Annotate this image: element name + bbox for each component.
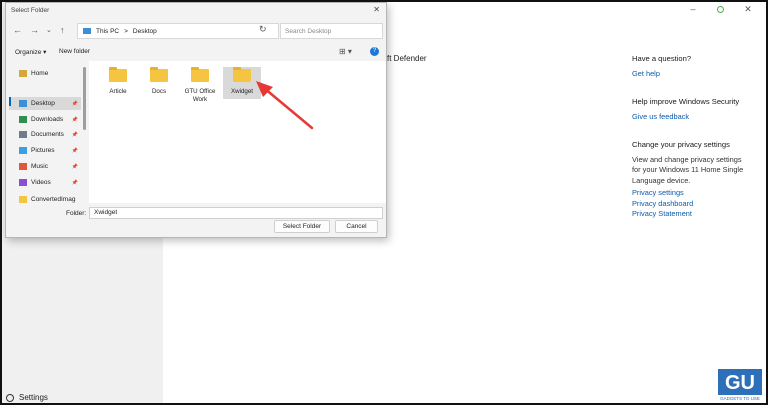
nav-item-label: Pictures [31,147,55,154]
selection-indicator [9,97,11,106]
videos-icon [19,179,27,186]
settings-nav-item[interactable]: Settings [6,393,48,402]
pin-icon: 📌 [71,131,78,138]
nav-item-desktop[interactable]: Desktop 📌 [9,97,81,110]
privacy-heading: Change your privacy settings [632,140,730,149]
nav-item-home[interactable]: Home [9,67,81,80]
desktop-icon [19,100,27,107]
get-help-link[interactable]: Get help [632,69,752,80]
pin-icon: 📌 [71,163,78,170]
organize-button[interactable]: Organize ▾ [15,48,46,56]
address-bar[interactable]: This PC > Desktop [77,23,279,39]
pin-icon: 📌 [71,179,78,186]
folder-name: Docs [151,88,167,95]
dialog-title-text: Select Folder [11,7,50,14]
folder-name: Article [109,88,127,95]
nav-item-label: Desktop [31,100,55,107]
maximize-button[interactable] [717,6,724,13]
nav-item-downloads[interactable]: Downloads 📌 [9,113,81,126]
music-icon [19,163,27,170]
computer-icon [83,28,91,34]
nav-item-label: Downloads [31,116,64,123]
refresh-icon[interactable]: ↻ [259,24,267,35]
svg-text:GADGETS TO USE: GADGETS TO USE [720,396,760,401]
folder-icon [150,67,168,82]
folder-item[interactable]: GTU Office Work [181,67,219,103]
nav-item-convertedimag[interactable]: ConvertedImag [9,193,81,206]
select-folder-button[interactable]: Select Folder [274,220,330,233]
search-input[interactable]: Search Desktop [280,23,383,39]
downloads-icon [19,116,27,123]
nav-item-documents[interactable]: Documents 📌 [9,128,81,141]
privacy-statement-link[interactable]: Privacy Statement [632,209,752,220]
nav-item-label: ConvertedImag [31,196,76,203]
privacy-settings-link[interactable]: Privacy settings [632,188,752,199]
command-bar: Organize ▾ New folder ⊞ ▾ ? [6,46,386,60]
navigation-pane: Home Desktop 📌 Downloads 📌 Documents 📌 Pictures… [6,61,84,203]
recent-chevron-icon[interactable]: ⌄ [46,26,52,34]
back-arrow-icon[interactable]: ← [13,25,22,35]
folder-item[interactable]: Article [99,67,137,96]
cancel-button[interactable]: Cancel [335,220,378,233]
select-folder-dialog: Select Folder ✕ ← → ⌄ ↑ This PC > Deskto… [5,2,387,238]
breadcrumb-separator: > [124,27,128,35]
privacy-dashboard-link[interactable]: Privacy dashboard [632,199,752,210]
nav-item-music[interactable]: Music 📌 [9,160,81,173]
help-icon[interactable]: ? [370,47,379,56]
improve-heading: Help improve Windows Security [632,97,740,106]
nav-scrollbar[interactable] [83,67,86,130]
annotation-arrow [256,81,314,130]
folder-label: Folder: [66,210,87,217]
dialog-title: Select Folder ✕ [6,3,386,18]
feedback-link[interactable]: Give us feedback [632,112,752,123]
new-folder-button[interactable]: New folder [59,48,90,55]
breadcrumb-this-pc[interactable]: This PC [96,28,119,35]
up-arrow-icon[interactable]: ↑ [60,25,65,35]
nav-item-label: Documents [31,131,64,138]
window-controls: – ✕ [687,4,754,15]
pin-icon: 📌 [71,116,78,123]
pin-icon: 📌 [71,100,78,107]
defender-heading: ft Defender [387,54,427,63]
documents-icon [19,131,27,138]
pin-icon: 📌 [71,147,78,154]
forward-arrow-icon[interactable]: → [30,25,39,35]
question-heading: Have a question? [632,54,692,63]
folder-name: GTU Office Work [184,88,216,103]
nav-item-pictures[interactable]: Pictures 📌 [9,144,81,157]
folder-icon [19,196,27,203]
nav-item-videos[interactable]: Videos 📌 [9,176,81,189]
side-panel: Have a question? Get help Help improve W… [632,54,752,238]
nav-item-label: Videos [31,179,51,186]
view-options-icon[interactable]: ⊞ ▾ [339,47,352,56]
gadgets-logo-icon: GU GADGETS TO USE [718,369,762,401]
privacy-description: View and change privacy settings for you… [632,154,744,185]
home-icon [19,70,27,77]
nav-item-label: Home [31,70,49,77]
svg-text:GU: GU [725,372,755,394]
navigation-bar: ← → ⌄ ↑ This PC > Desktop ↻ Search Deskt… [6,22,386,42]
pictures-icon [19,147,27,154]
folder-content-area: Article Docs GTU Office Work Xwidget [89,61,386,203]
folder-icon [109,67,127,82]
breadcrumb-desktop[interactable]: Desktop [133,28,157,35]
gear-icon [6,393,14,402]
folder-icon [191,67,209,82]
folder-item[interactable]: Docs [140,67,178,96]
nav-item-label: Music [31,163,48,170]
folder-name-input[interactable]: Xwidget [89,207,383,219]
close-window-button[interactable]: ✕ [742,4,754,15]
minimize-button[interactable]: – [687,4,699,15]
settings-label: Settings [19,393,48,402]
close-icon[interactable]: ✕ [373,5,380,14]
